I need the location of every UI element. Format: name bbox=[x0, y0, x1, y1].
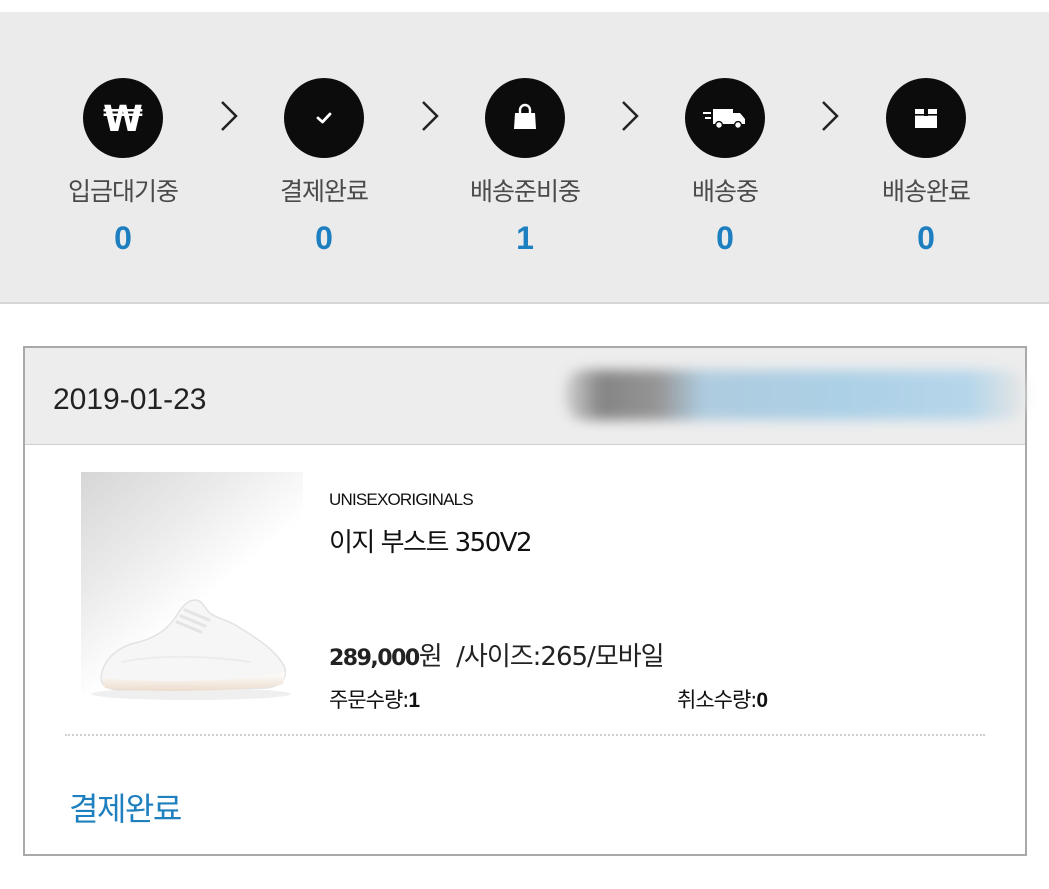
divider bbox=[65, 734, 985, 736]
order-quantity: 주문수량:1 bbox=[329, 684, 420, 714]
step-label: 입금대기중 bbox=[67, 177, 179, 206]
step-payment-complete[interactable]: 결제완료 0 bbox=[239, 78, 409, 257]
step-shipping[interactable]: 배송중 0 bbox=[640, 78, 810, 257]
chevron-right-icon bbox=[822, 101, 839, 131]
check-icon bbox=[284, 78, 364, 158]
shopping-bag-icon bbox=[485, 78, 565, 158]
order-card-header: 2019-01-23 bbox=[25, 348, 1025, 445]
price-unit: 원 bbox=[418, 642, 443, 672]
step-count: 0 bbox=[917, 220, 935, 256]
step-count: 0 bbox=[315, 220, 333, 256]
order-date: 2019-01-23 bbox=[53, 383, 207, 416]
product-image[interactable] bbox=[81, 472, 303, 708]
order-qty-value: 1 bbox=[408, 689, 420, 712]
step-delivered[interactable]: 배송완료 0 bbox=[841, 78, 1011, 257]
redacted-order-number bbox=[565, 370, 1025, 420]
order-card: 2019-01-23 UNISEXORIGINALS 이지 부스트 350V2 … bbox=[23, 346, 1027, 856]
step-deposit-pending[interactable]: ₩ 입금대기중 0 bbox=[38, 78, 208, 257]
order-status-label[interactable]: 결제완료 bbox=[69, 784, 182, 830]
won-icon: ₩ bbox=[83, 78, 163, 158]
svg-text:₩: ₩ bbox=[103, 99, 143, 138]
order-status-summary: ₩ 입금대기중 0 결제완료 0 배송준비중 1 배송중 0 배송완료 0 bbox=[0, 12, 1049, 304]
step-count: 0 bbox=[716, 220, 734, 256]
order-qty-label: 주문수량: bbox=[329, 688, 409, 712]
cancel-quantity: 취소수량:0 bbox=[677, 684, 768, 714]
step-count: 0 bbox=[114, 220, 132, 256]
step-label: 결제완료 bbox=[279, 177, 369, 206]
step-label: 배송중 bbox=[691, 177, 759, 206]
truck-icon bbox=[685, 78, 765, 158]
size-option: /사이즈:265/모바일 bbox=[456, 642, 664, 672]
sneaker-image bbox=[91, 599, 291, 700]
step-label: 배송완료 bbox=[881, 177, 971, 206]
cancel-qty-value: 0 bbox=[756, 689, 768, 712]
product-name[interactable]: 이지 부스트 350V2 bbox=[329, 522, 533, 559]
product-brand: UNISEXORIGINALS bbox=[329, 490, 474, 509]
step-preparing-shipment[interactable]: 배송준비중 1 bbox=[440, 78, 610, 257]
step-count: 1 bbox=[516, 220, 534, 256]
box-icon bbox=[886, 78, 966, 158]
price-line: 289,000원 /사이즈:265/모바일 bbox=[329, 636, 665, 673]
step-label: 배송준비중 bbox=[469, 177, 581, 206]
product-price: 289,000 bbox=[329, 646, 420, 671]
cancel-qty-label: 취소수량: bbox=[677, 688, 757, 712]
